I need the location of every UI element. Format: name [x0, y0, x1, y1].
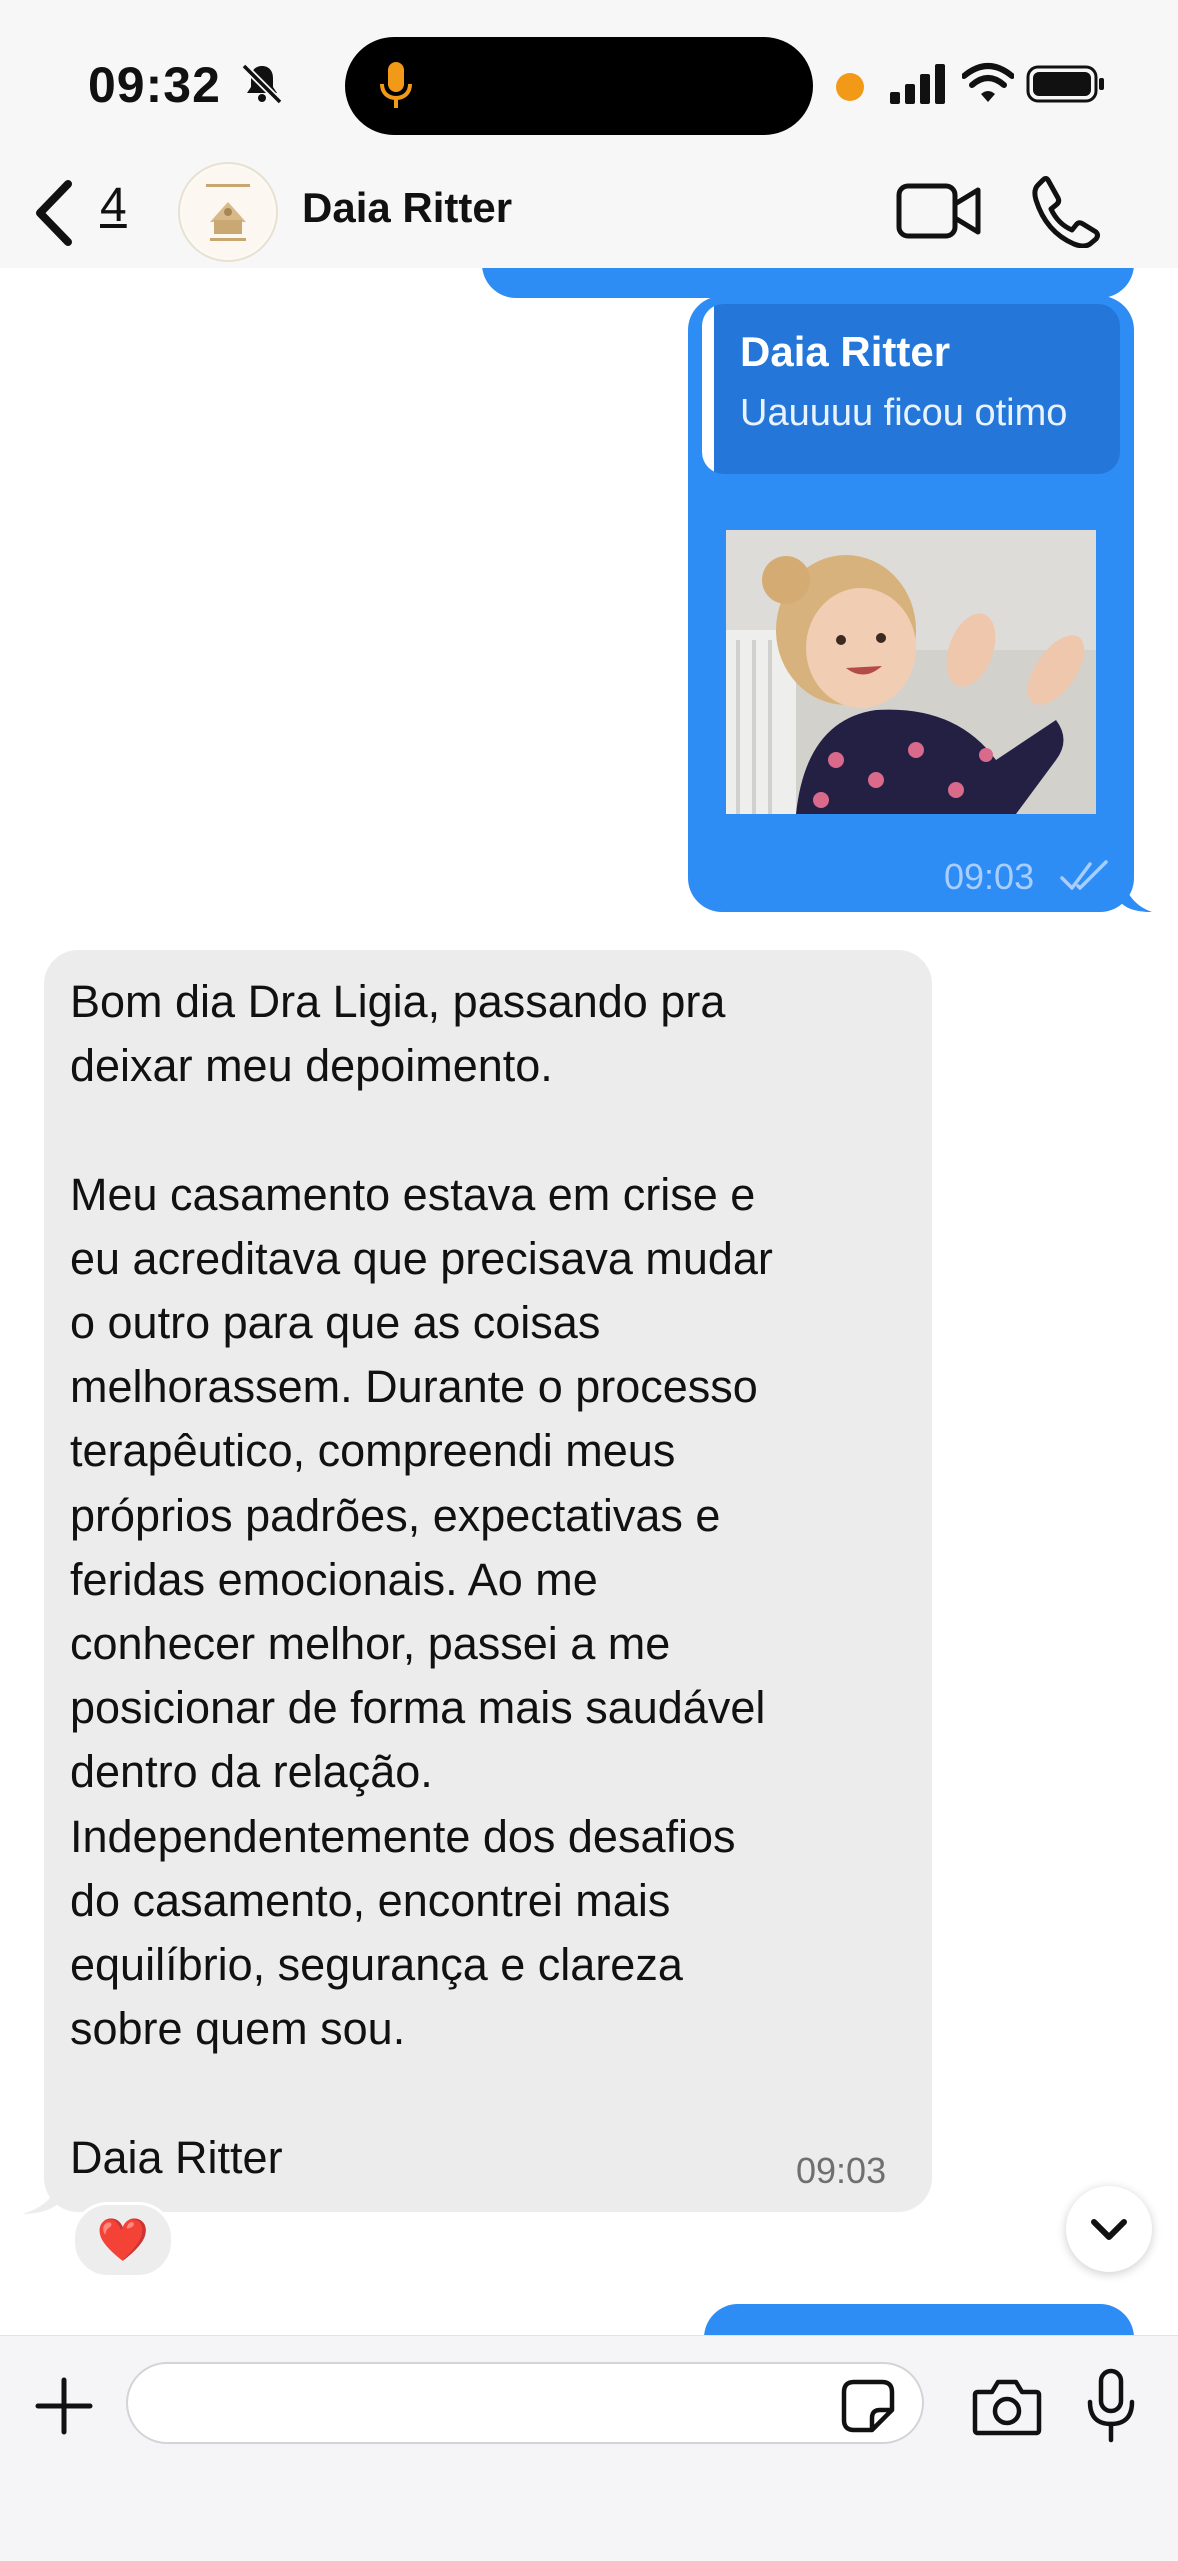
chevron-down-icon	[1091, 2219, 1127, 2240]
previous-outgoing-bubble[interactable]	[482, 268, 1134, 298]
sticker-icon[interactable]	[840, 2378, 896, 2434]
microphone-icon[interactable]	[1084, 2368, 1138, 2444]
reply-quote-text: Uauuuu ficou otimo	[740, 392, 1068, 434]
bubble-tail	[1118, 858, 1152, 912]
message-time: 09:03	[944, 856, 1035, 897]
outgoing-message-bubble[interactable]: Daia Ritter Uauuuu ficou otimo 09:03	[688, 296, 1134, 912]
chat-header: 4 Daia Ritter	[0, 160, 1178, 268]
contact-name[interactable]: Daia Ritter	[302, 184, 512, 232]
recording-indicator-dot	[836, 73, 864, 101]
reply-quote-bar	[702, 304, 714, 474]
double-check-icon	[1060, 860, 1108, 890]
next-outgoing-bubble[interactable]	[704, 2304, 1134, 2335]
battery-icon	[1026, 65, 1104, 103]
gif-image[interactable]	[726, 530, 1096, 814]
message-composer	[0, 2335, 1178, 2561]
chevron-left-icon[interactable]	[30, 178, 76, 248]
incoming-message-bubble[interactable]: Bom dia Dra Ligia, passando pra deixar m…	[44, 950, 932, 2212]
scroll-to-bottom-button[interactable]	[1066, 2186, 1152, 2272]
dynamic-island	[345, 37, 813, 135]
status-bar: 09:32	[0, 0, 1178, 170]
bubble-tail	[22, 2170, 62, 2214]
wifi-icon	[962, 63, 1014, 102]
avatar[interactable]	[178, 162, 278, 262]
reply-quote-author: Daia Ritter	[740, 328, 951, 375]
plus-icon[interactable]	[34, 2376, 94, 2436]
microphone-icon	[380, 62, 412, 108]
bell-slash-icon	[241, 63, 283, 105]
message-text: Bom dia Dra Ligia, passando pra deixar m…	[70, 976, 773, 2183]
phone-icon[interactable]	[1030, 174, 1100, 248]
video-camera-icon[interactable]	[896, 180, 982, 242]
status-time: 09:32	[88, 57, 221, 113]
reply-quote[interactable]: Daia Ritter Uauuuu ficou otimo	[702, 304, 1120, 474]
unread-count[interactable]: 4	[100, 178, 127, 233]
camera-icon[interactable]	[972, 2376, 1042, 2436]
cellular-signal-icon	[890, 64, 945, 104]
message-input[interactable]	[126, 2362, 924, 2444]
heart-reaction[interactable]: ❤️	[72, 2202, 174, 2278]
message-time: 09:03	[796, 2150, 887, 2191]
message-list[interactable]: Daia Ritter Uauuuu ficou otimo 09:03 Bom…	[0, 268, 1178, 2335]
